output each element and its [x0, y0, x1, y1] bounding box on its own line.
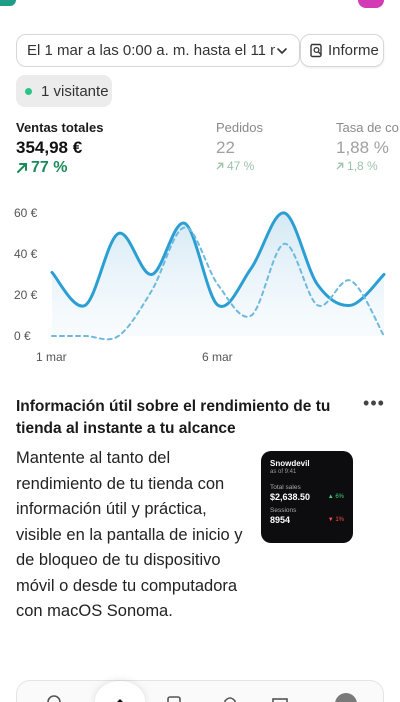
search-icon[interactable] — [45, 693, 63, 702]
insight-body: Mantente al tanto del rendimiento de tu … — [16, 449, 243, 620]
metric-delta: 1,8 % — [336, 159, 399, 173]
bottom-navigation — [16, 680, 384, 702]
orders-icon[interactable] — [165, 693, 183, 702]
widget-store-name: Snowdevil — [270, 459, 310, 468]
arrow-up-right-icon — [336, 162, 344, 170]
app-logo-edge — [0, 0, 16, 6]
y-tick-label: 60 € — [14, 206, 38, 220]
widget-sessions-label: Sessions — [270, 507, 297, 514]
report-search-icon — [310, 43, 322, 58]
metric-conversion-rate[interactable]: Tasa de co 1,88 % 1,8 % — [336, 120, 399, 173]
metric-label: Pedidos — [216, 120, 263, 135]
widget-sessions-value: 8954 — [270, 515, 291, 525]
live-visitors-badge[interactable]: 1 visitante — [16, 75, 112, 107]
metrics-row: Ventas totales 354,98 € 77 % Pedidos 22 … — [16, 120, 400, 176]
report-label: Informe — [328, 42, 379, 59]
metric-delta: 47 % — [216, 159, 263, 173]
customers-icon[interactable] — [271, 693, 289, 702]
widget-sessions-row: 8954 ▼ 1% — [270, 515, 344, 525]
filter-row: El 1 mar a las 0:00 a. m. hasta el 11 m.… — [16, 34, 384, 67]
more-options-icon[interactable]: ••• — [362, 394, 386, 416]
live-dot-icon — [25, 87, 32, 95]
widget-sales-delta: ▲ 6% — [327, 494, 344, 500]
metric-delta-text: 47 % — [227, 159, 255, 173]
y-tick-label: 20 € — [14, 288, 38, 302]
x-tick-label: 6 mar — [202, 350, 233, 364]
metric-label: Ventas totales — [16, 120, 104, 135]
metric-value: 22 — [216, 138, 235, 157]
x-tick-label: 1 mar — [36, 350, 67, 364]
metric-value: 1,88 % — [336, 138, 389, 157]
chevron-down-icon — [277, 47, 287, 54]
profile-avatar-edge[interactable] — [358, 0, 384, 8]
y-tick-label: 0 € — [14, 329, 31, 343]
arrow-up-right-icon — [17, 163, 27, 173]
series-area — [52, 212, 384, 336]
products-icon[interactable] — [221, 693, 239, 702]
visitors-label: 1 visitante — [41, 82, 109, 100]
report-button[interactable]: Informe — [300, 34, 384, 67]
widget-preview: Snowdevil as of 9:41 Total sales $2,638.… — [261, 451, 353, 543]
metric-orders[interactable]: Pedidos 22 47 % — [216, 120, 263, 173]
widget-sales-value: $2,638.50 — [270, 492, 311, 502]
sales-chart[interactable]: 60 € 40 € 20 € 0 € 1 mar 6 mar — [0, 198, 400, 370]
widget-as-of: as of 9:41 — [270, 469, 297, 475]
metric-delta-text: 77 % — [31, 159, 68, 176]
metric-delta: 77 % — [16, 159, 103, 176]
arrow-up-right-icon — [216, 162, 224, 170]
widget-sessions-delta: ▼ 1% — [327, 517, 344, 523]
metric-total-sales[interactable]: Ventas totales 354,98 € 77 % — [16, 120, 103, 176]
date-range-text: El 1 mar a las 0:00 a. m. hasta el 11 m.… — [27, 42, 275, 59]
metric-label: Tasa de co — [336, 120, 399, 135]
widget-sales-label: Total sales — [270, 484, 301, 491]
insight-title: Información útil sobre el rendimiento de… — [16, 398, 331, 437]
store-avatar[interactable] — [335, 693, 357, 702]
metric-value: 354,98 € — [16, 138, 83, 157]
date-range-selector[interactable]: El 1 mar a las 0:00 a. m. hasta el 11 m.… — [16, 34, 300, 67]
sales-chart-svg: 60 € 40 € 20 € 0 € 1 mar 6 mar — [14, 206, 386, 364]
widget-sales-row: $2,638.50 ▲ 6% — [270, 492, 344, 502]
status-top-edge — [0, 0, 400, 8]
metric-delta-text: 1,8 % — [347, 159, 378, 173]
y-tick-label: 40 € — [14, 247, 38, 261]
home-icon[interactable] — [95, 681, 145, 702]
